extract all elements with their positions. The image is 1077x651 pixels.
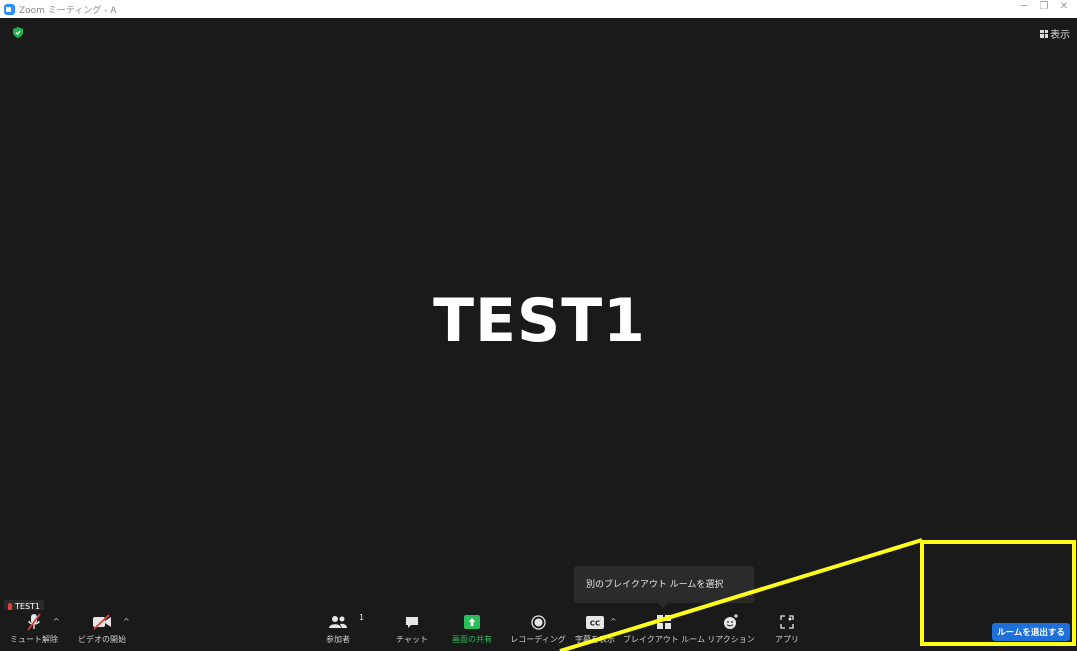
audio-options-caret[interactable]: ^ <box>53 617 60 626</box>
shield-icon[interactable] <box>13 27 23 38</box>
share-screen-button[interactable]: 画面の共有 <box>448 610 496 651</box>
record-button[interactable]: レコーディング <box>510 610 566 651</box>
breakout-rooms-button[interactable]: ブレイクアウト ルーム <box>623 610 705 651</box>
participants-count: 1 <box>359 613 365 622</box>
view-button[interactable]: 表示 <box>1040 26 1070 41</box>
view-label: 表示 <box>1050 30 1070 41</box>
chat-icon <box>406 616 418 628</box>
apps-icon <box>780 615 794 629</box>
start-video-button[interactable]: ビデオの開始 <box>74 610 130 651</box>
share-screen-label: 画面の共有 <box>452 635 492 644</box>
mute-label: ミュート解除 <box>10 635 58 644</box>
meeting-stage: 表示 TEST1 <box>3 18 1076 627</box>
annotation-highlight-box <box>920 540 1076 646</box>
cc-icon: CC <box>586 615 604 629</box>
chat-button[interactable]: チャット <box>392 610 432 651</box>
restore-button[interactable]: ❐ <box>1034 1 1054 12</box>
tooltip-text: 別のブレイクアウト ルームを選択 <box>586 580 724 590</box>
reaction-icon <box>724 614 738 629</box>
window-title: Zoom ミーティング - A <box>19 5 117 16</box>
chat-label: チャット <box>396 635 428 644</box>
captions-options-caret[interactable]: ^ <box>610 617 617 626</box>
minimize-button[interactable]: ─ <box>1014 1 1034 12</box>
video-off-icon <box>93 614 111 630</box>
close-button[interactable]: ✕ <box>1054 1 1074 12</box>
zoom-app-icon <box>4 3 15 15</box>
captions-label: 字幕を表示 <box>575 635 615 644</box>
breakout-rooms-label: ブレイクアウト ルーム <box>622 635 706 644</box>
breakout-icon <box>657 615 671 629</box>
video-options-caret[interactable]: ^ <box>123 617 130 626</box>
meeting-toolbar: ミュート解除 ^ ビデオの開始 ^ 1 参加者 チャット 画面の共有 レコーディ… <box>0 610 1077 651</box>
start-video-label: ビデオの開始 <box>78 635 126 644</box>
share-screen-icon <box>464 615 480 629</box>
apps-label: アプリ <box>775 635 799 644</box>
participants-icon <box>329 616 347 628</box>
record-label: レコーディング <box>510 635 566 644</box>
record-icon <box>530 614 546 630</box>
window-titlebar: Zoom ミーティング - A ─ ❐ ✕ <box>0 0 1077 18</box>
apps-button[interactable]: アプリ <box>770 610 804 651</box>
participants-button[interactable]: 1 参加者 <box>318 610 364 651</box>
grid-icon <box>1040 29 1048 38</box>
mic-off-icon <box>27 613 41 631</box>
reactions-label: リアクション <box>707 635 755 644</box>
participants-label: 参加者 <box>326 635 350 644</box>
breakout-tooltip: 別のブレイクアウト ルームを選択 <box>574 566 754 608</box>
active-speaker-name: TEST1 <box>433 286 646 356</box>
reactions-button[interactable]: リアクション <box>707 610 755 651</box>
svg-text:CC: CC <box>590 619 600 627</box>
